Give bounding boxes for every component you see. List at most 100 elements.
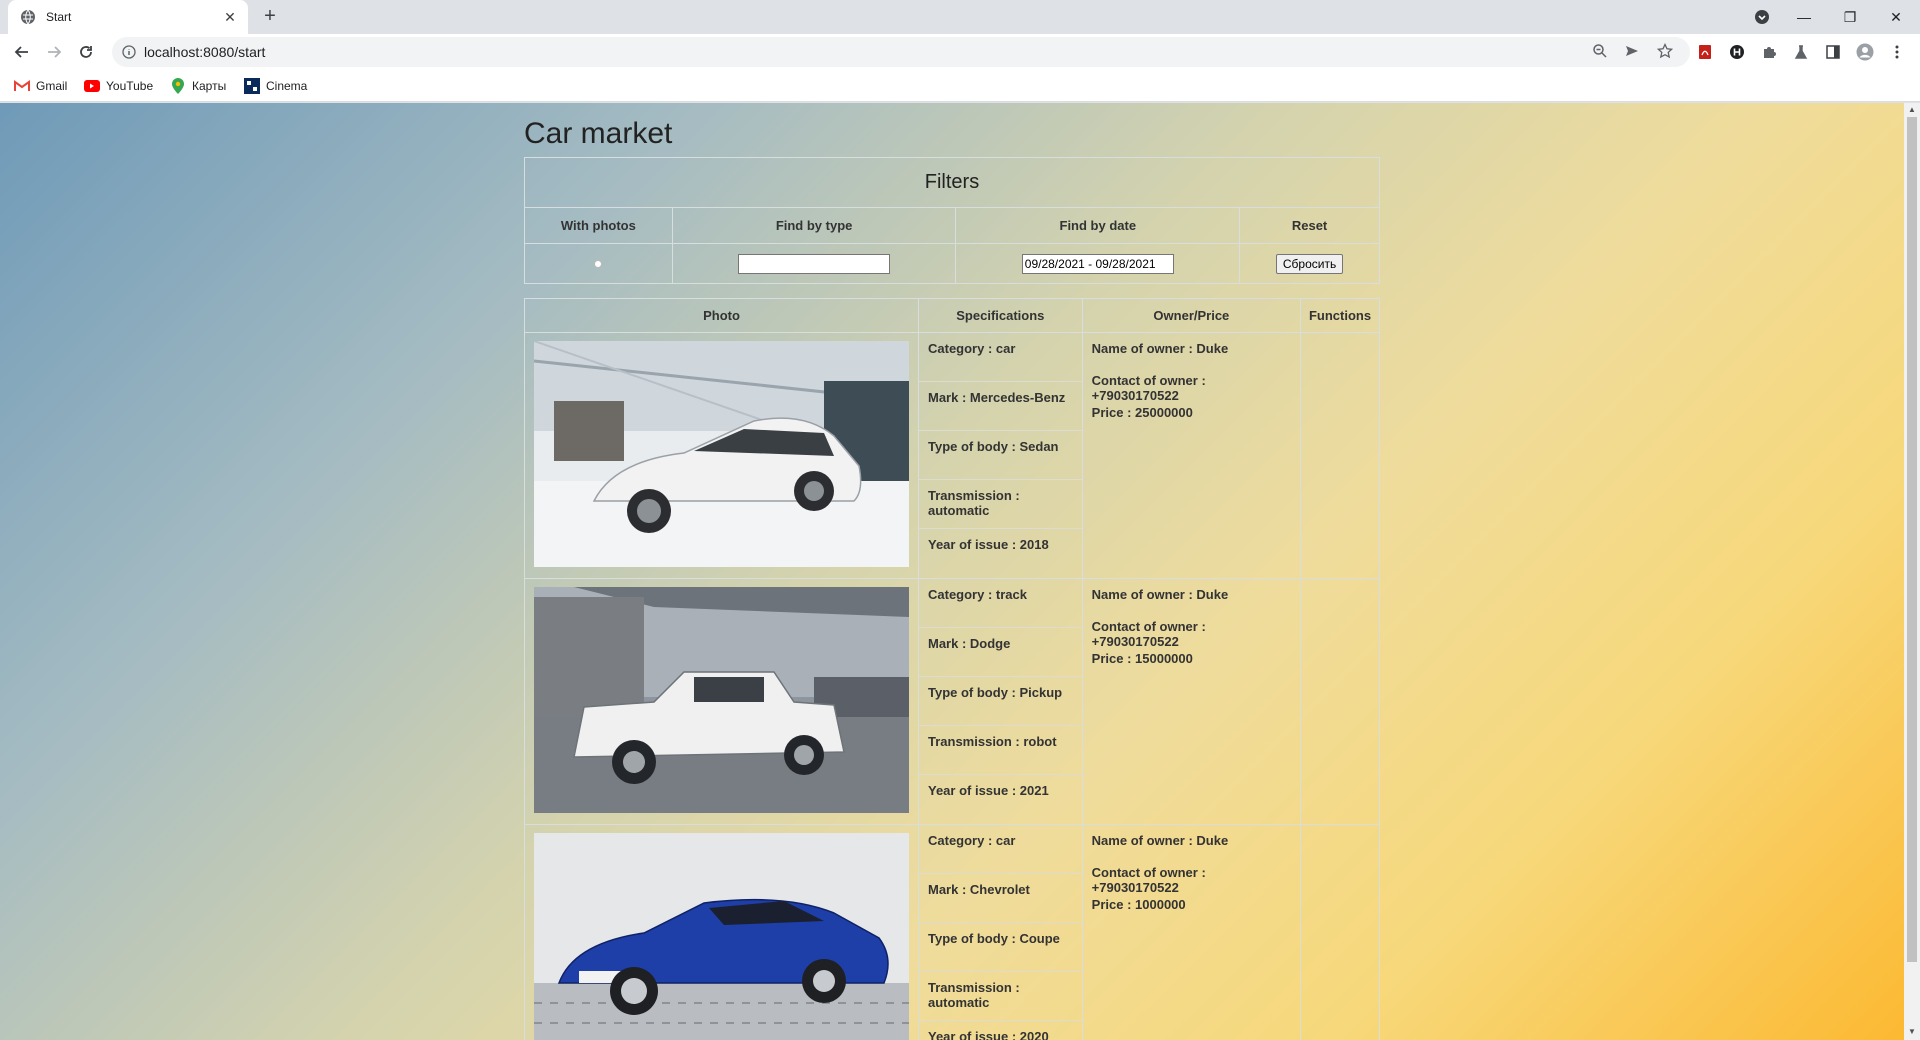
new-tab-button[interactable]: + [258, 6, 282, 28]
scroll-up-arrow-icon[interactable]: ▲ [1908, 106, 1916, 114]
functions-cell [1300, 824, 1380, 1040]
puzzle-extension-icon[interactable] [1760, 43, 1778, 61]
bookmark-label: Gmail [36, 79, 68, 93]
filters-table: Filters With photos Find by type Find by… [524, 157, 1380, 284]
reset-cell: Сбросить [1239, 243, 1380, 284]
filter-header-photos: With photos [524, 207, 673, 244]
menu-kebab-icon[interactable] [1888, 43, 1906, 61]
scroll-down-arrow-icon[interactable]: ▼ [1908, 1028, 1916, 1036]
table-row: Category : car Mark : Mercedes-Benz Type… [524, 332, 1380, 579]
close-window-button[interactable]: ✕ [1874, 0, 1918, 34]
spec-body: Type of body : Sedan [919, 431, 1082, 480]
h-extension-icon[interactable] [1728, 43, 1746, 61]
bookmark-cinema[interactable]: Cinema [244, 76, 307, 96]
side-panel-icon[interactable] [1824, 43, 1842, 61]
filter-header-date: Find by date [955, 207, 1241, 244]
bookmarks-bar: Gmail YouTube Карты Cinema [0, 70, 1920, 102]
owner-name: Name of owner : Duke [1091, 587, 1229, 602]
with-photos-cell [524, 243, 673, 284]
send-icon[interactable] [1622, 41, 1642, 61]
minimize-button[interactable]: — [1782, 0, 1826, 34]
owner-name: Name of owner : Duke [1091, 833, 1229, 848]
owner-contact: Contact of owner : +79030170522 [1091, 865, 1206, 895]
bookmark-gmail[interactable]: Gmail [14, 76, 67, 96]
profile-avatar-icon[interactable] [1856, 43, 1874, 61]
column-header-functions: Functions [1300, 298, 1380, 333]
pdf-extension-icon[interactable] [1696, 43, 1714, 61]
specifications-cell: Category : track Mark : Dodge Type of bo… [918, 578, 1083, 825]
arrow-right-icon [48, 46, 62, 58]
spec-category: Category : track [919, 579, 1082, 628]
restore-button[interactable]: ❐ [1828, 0, 1872, 34]
back-button[interactable] [12, 42, 32, 62]
zoom-icon[interactable] [1590, 41, 1610, 61]
filter-header-type: Find by type [671, 207, 957, 244]
date-filter-cell [955, 243, 1241, 284]
owner-contact: Contact of owner : +79030170522 [1091, 619, 1206, 649]
car-photo[interactable] [534, 587, 909, 813]
bookmark-label: YouTube [106, 79, 154, 93]
browser-toolbar: localhost:8080/start [0, 34, 1920, 70]
map-pin-icon [170, 78, 186, 94]
owner-price-cell: Name of owner : Duke Contact of owner : … [1081, 578, 1302, 825]
cars-table: Photo Specifications Owner/Price Functio… [524, 298, 1380, 1040]
chevron-down-circle-icon [1755, 10, 1769, 24]
spec-category: Category : car [919, 333, 1082, 382]
owner-contact: Contact of owner : +79030170522 [1091, 373, 1206, 403]
photo-cell [524, 824, 919, 1040]
owner-price-cell: Name of owner : Duke Contact of owner : … [1081, 332, 1302, 579]
filter-header-reset: Reset [1239, 207, 1380, 244]
specifications-cell: Category : car Mark : Chevrolet Type of … [918, 824, 1083, 1040]
spec-body: Type of body : Pickup [919, 677, 1082, 726]
flask-extension-icon[interactable] [1792, 43, 1810, 61]
spec-category: Category : car [919, 825, 1082, 874]
find-by-date-input[interactable] [1021, 253, 1174, 274]
price: Price : 1000000 [1091, 897, 1186, 912]
close-tab-icon[interactable]: ✕ [222, 9, 238, 26]
price: Price : 25000000 [1091, 405, 1193, 420]
spec-transmission: Transmission : automatic [919, 480, 1082, 529]
price: Price : 15000000 [1091, 651, 1193, 666]
page-scrollbar[interactable]: ▲ ▼ [1904, 103, 1920, 1040]
spec-year: Year of issue : 2020 [928, 1029, 1049, 1040]
info-icon [122, 45, 136, 59]
tab-title: Start [46, 10, 72, 24]
page-title: Car market [524, 117, 673, 150]
spec-transmission: Transmission : robot [919, 726, 1082, 775]
car-photo[interactable] [534, 341, 909, 567]
gmail-icon [14, 78, 30, 94]
with-photos-radio[interactable] [594, 259, 603, 268]
spec-year: Year of issue : 2021 [928, 783, 1049, 798]
tab-search-button[interactable] [1740, 0, 1784, 34]
bookmark-youtube[interactable]: YouTube [84, 76, 153, 96]
globe-icon [21, 9, 35, 25]
column-header-owner-price: Owner/Price [1081, 298, 1302, 333]
cinema-icon [244, 78, 260, 94]
forward-button[interactable] [44, 42, 64, 62]
specifications-cell: Category : car Mark : Mercedes-Benz Type… [918, 332, 1083, 579]
column-header-photo: Photo [524, 298, 919, 333]
scroll-thumb[interactable] [1907, 117, 1917, 962]
car-photo[interactable] [534, 833, 909, 1040]
bookmark-star-icon[interactable] [1655, 41, 1675, 61]
spec-mark: Mark : Dodge [919, 628, 1082, 677]
owner-price-cell: Name of owner : Duke Contact of owner : … [1081, 824, 1302, 1040]
table-row: Category : track Mark : Dodge Type of bo… [524, 578, 1380, 825]
type-filter-cell [671, 243, 957, 284]
address-bar[interactable]: localhost:8080/start [112, 37, 1690, 67]
reset-button[interactable]: Сбросить [1275, 253, 1344, 274]
functions-cell [1300, 332, 1380, 579]
filters-title: Filters [524, 157, 1380, 208]
find-by-type-input[interactable] [738, 253, 891, 274]
spec-body: Type of body : Coupe [919, 923, 1082, 972]
spec-year: Year of issue : 2018 [928, 537, 1049, 552]
reload-icon [80, 46, 92, 58]
bookmark-label: Cinema [266, 79, 308, 93]
youtube-icon [84, 78, 100, 94]
photo-cell [524, 332, 919, 579]
page-viewport: Car market Filters With photos Find by t… [0, 103, 1904, 1040]
bookmark-maps[interactable]: Карты [170, 76, 226, 96]
tab-start[interactable]: Start ✕ [8, 0, 248, 34]
reload-button[interactable] [76, 42, 96, 62]
functions-cell [1300, 578, 1380, 825]
